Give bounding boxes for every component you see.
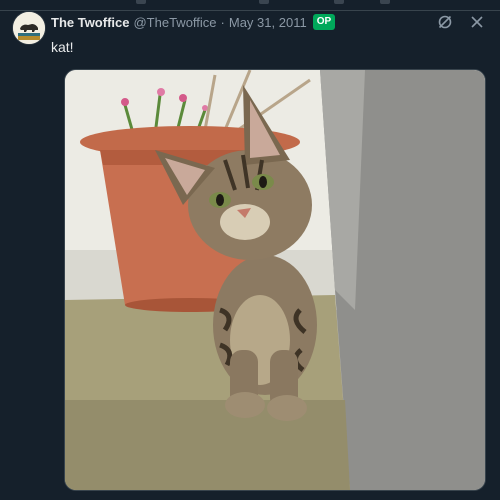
user-handle[interactable]: @TheTwoffice [133, 15, 216, 30]
separator-dot: · [220, 14, 225, 30]
tweet-actions [436, 13, 486, 31]
avatar[interactable] [12, 11, 46, 45]
divider [0, 10, 500, 11]
tweet-image[interactable] [64, 69, 486, 491]
tweet-text: kat! [51, 39, 74, 55]
previous-tweet-fragment [0, 0, 500, 10]
op-badge: OP [312, 14, 336, 30]
bear-flag-icon [13, 12, 45, 44]
kitten-photo [65, 70, 485, 490]
tweet-header: The Twoffice @TheTwoffice · May 31, 2011… [51, 12, 336, 32]
tweet-date[interactable]: May 31, 2011 [229, 15, 307, 30]
grok-icon[interactable] [436, 13, 454, 31]
display-name[interactable]: The Twoffice [51, 15, 129, 30]
close-icon[interactable] [468, 13, 486, 31]
